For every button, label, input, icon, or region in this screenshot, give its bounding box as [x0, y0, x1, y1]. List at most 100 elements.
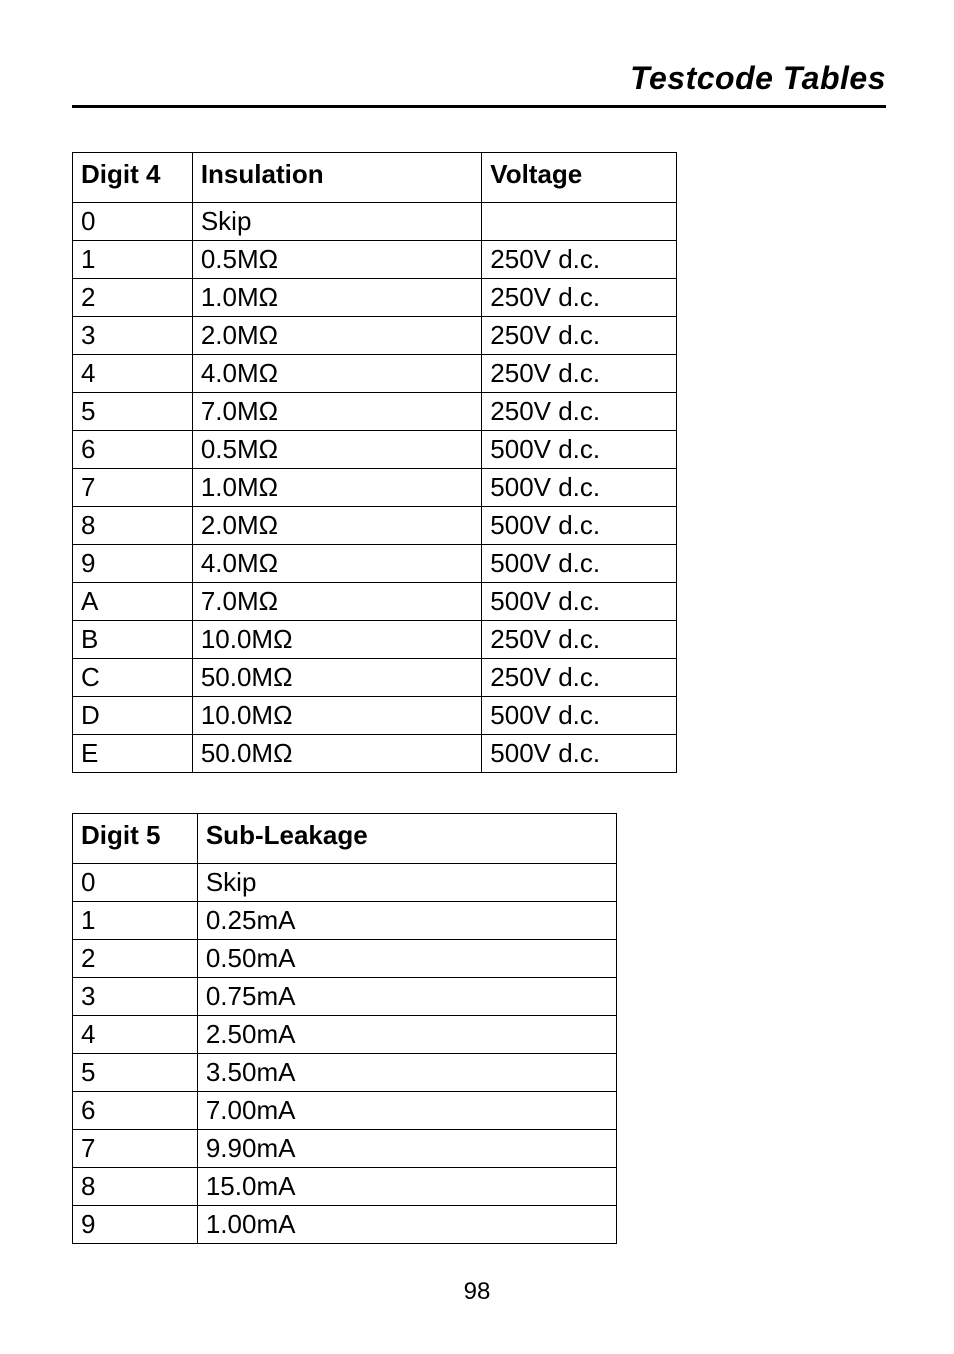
header-digit4: Digit 4: [73, 153, 193, 203]
cell-digit: 0: [73, 203, 193, 241]
cell-digit: B: [73, 621, 193, 659]
cell-digit: 8: [73, 1168, 198, 1206]
cell-subleakage: 0.25mA: [197, 902, 616, 940]
cell-voltage: 500V d.c.: [482, 469, 677, 507]
cell-digit: 1: [73, 241, 193, 279]
cell-insulation: 2.0MΩ: [192, 507, 481, 545]
cell-insulation: 1.0MΩ: [192, 469, 481, 507]
header-title: Testcode Tables: [630, 60, 886, 96]
cell-digit: 3: [73, 317, 193, 355]
table-row: 20.50mA: [73, 940, 617, 978]
cell-digit: 8: [73, 507, 193, 545]
cell-voltage: 500V d.c.: [482, 583, 677, 621]
table-row: 94.0MΩ500V d.c.: [73, 545, 677, 583]
cell-insulation: 4.0MΩ: [192, 545, 481, 583]
table-row: 60.5MΩ500V d.c.: [73, 431, 677, 469]
cell-insulation: 7.0MΩ: [192, 583, 481, 621]
cell-voltage: 250V d.c.: [482, 393, 677, 431]
cell-voltage: 500V d.c.: [482, 431, 677, 469]
table-row: 67.00mA: [73, 1092, 617, 1130]
cell-digit: 6: [73, 431, 193, 469]
cell-voltage: 500V d.c.: [482, 735, 677, 773]
cell-digit: 7: [73, 1130, 198, 1168]
cell-subleakage: 0.50mA: [197, 940, 616, 978]
header-voltage: Voltage: [482, 153, 677, 203]
cell-insulation: 50.0MΩ: [192, 659, 481, 697]
cell-digit: C: [73, 659, 193, 697]
cell-digit: 9: [73, 545, 193, 583]
table-row: 32.0MΩ250V d.c.: [73, 317, 677, 355]
cell-subleakage: 2.50mA: [197, 1016, 616, 1054]
cell-insulation: 0.5MΩ: [192, 431, 481, 469]
cell-voltage: 250V d.c.: [482, 659, 677, 697]
cell-voltage: 500V d.c.: [482, 697, 677, 735]
cell-insulation: 1.0MΩ: [192, 279, 481, 317]
table-row: 0Skip: [73, 203, 677, 241]
header-digit5: Digit 5: [73, 814, 198, 864]
cell-digit: 0: [73, 864, 198, 902]
cell-voltage: [482, 203, 677, 241]
table-header-row: Digit 4 Insulation Voltage: [73, 153, 677, 203]
cell-subleakage: 0.75mA: [197, 978, 616, 1016]
cell-voltage: 250V d.c.: [482, 317, 677, 355]
table-row: 44.0MΩ250V d.c.: [73, 355, 677, 393]
table-row: C50.0MΩ250V d.c.: [73, 659, 677, 697]
table-row: B10.0MΩ250V d.c.: [73, 621, 677, 659]
cell-insulation: 0.5MΩ: [192, 241, 481, 279]
table-row: 10.25mA: [73, 902, 617, 940]
cell-subleakage: 3.50mA: [197, 1054, 616, 1092]
cell-digit: 6: [73, 1092, 198, 1130]
table-header-row: Digit 5 Sub-Leakage: [73, 814, 617, 864]
cell-subleakage: Skip: [197, 864, 616, 902]
table-row: 10.5MΩ250V d.c.: [73, 241, 677, 279]
cell-digit: D: [73, 697, 193, 735]
table-row: 57.0MΩ250V d.c.: [73, 393, 677, 431]
cell-digit: E: [73, 735, 193, 773]
header-insulation: Insulation: [192, 153, 481, 203]
table-row: A7.0MΩ500V d.c.: [73, 583, 677, 621]
header-subleakage: Sub-Leakage: [197, 814, 616, 864]
cell-voltage: 250V d.c.: [482, 279, 677, 317]
table-row: 42.50mA: [73, 1016, 617, 1054]
cell-subleakage: 1.00mA: [197, 1206, 616, 1244]
cell-digit: 4: [73, 1016, 198, 1054]
cell-insulation: 50.0MΩ: [192, 735, 481, 773]
cell-voltage: 500V d.c.: [482, 545, 677, 583]
cell-subleakage: 15.0mA: [197, 1168, 616, 1206]
page-header: Testcode Tables: [72, 60, 886, 108]
table-row: 21.0MΩ250V d.c.: [73, 279, 677, 317]
cell-insulation: 10.0MΩ: [192, 697, 481, 735]
cell-digit: 2: [73, 940, 198, 978]
cell-digit: 4: [73, 355, 193, 393]
table-row: 30.75mA: [73, 978, 617, 1016]
cell-digit: 7: [73, 469, 193, 507]
cell-insulation: 7.0MΩ: [192, 393, 481, 431]
cell-digit: 3: [73, 978, 198, 1016]
cell-insulation: 4.0MΩ: [192, 355, 481, 393]
cell-insulation: 10.0MΩ: [192, 621, 481, 659]
cell-subleakage: 7.00mA: [197, 1092, 616, 1130]
cell-subleakage: 9.90mA: [197, 1130, 616, 1168]
cell-voltage: 250V d.c.: [482, 241, 677, 279]
cell-voltage: 500V d.c.: [482, 507, 677, 545]
page-number: 98: [0, 1278, 954, 1306]
insulation-table: Digit 4 Insulation Voltage 0Skip10.5MΩ25…: [72, 152, 677, 773]
cell-digit: 5: [73, 393, 193, 431]
cell-digit: 5: [73, 1054, 198, 1092]
cell-insulation: 2.0MΩ: [192, 317, 481, 355]
table-row: 82.0MΩ500V d.c.: [73, 507, 677, 545]
table-row: E50.0MΩ500V d.c.: [73, 735, 677, 773]
table-row: 815.0mA: [73, 1168, 617, 1206]
table-row: 71.0MΩ500V d.c.: [73, 469, 677, 507]
cell-voltage: 250V d.c.: [482, 621, 677, 659]
cell-insulation: Skip: [192, 203, 481, 241]
table-row: 0Skip: [73, 864, 617, 902]
cell-digit: 1: [73, 902, 198, 940]
table-row: 79.90mA: [73, 1130, 617, 1168]
cell-digit: 9: [73, 1206, 198, 1244]
table-row: D10.0MΩ500V d.c.: [73, 697, 677, 735]
table-row: 53.50mA: [73, 1054, 617, 1092]
cell-digit: A: [73, 583, 193, 621]
cell-voltage: 250V d.c.: [482, 355, 677, 393]
table-row: 91.00mA: [73, 1206, 617, 1244]
